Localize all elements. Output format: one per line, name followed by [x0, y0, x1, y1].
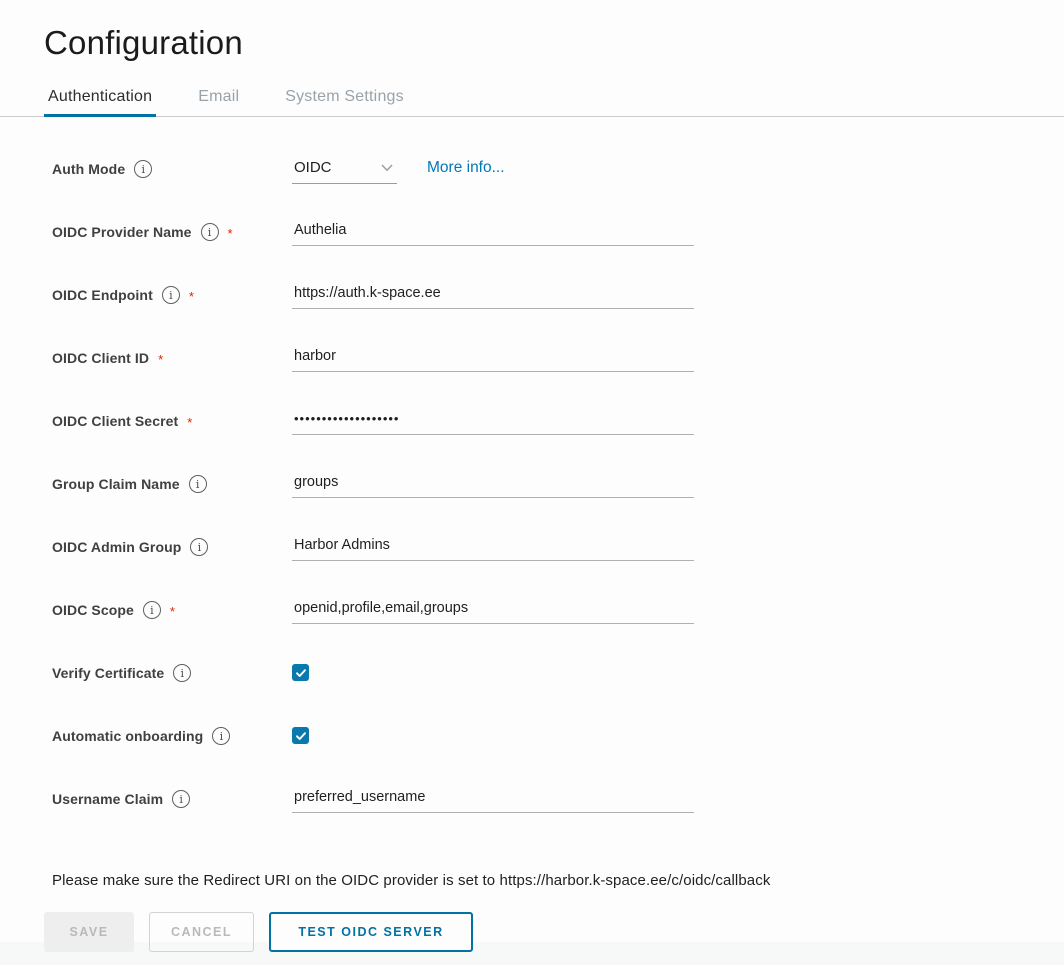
field-label: OIDC Client ID: [52, 350, 149, 366]
field-label: Username Claim: [52, 791, 163, 807]
cancel-button[interactable]: CANCEL: [149, 912, 254, 952]
oidc-admin-group-row: OIDC Admin Group i: [52, 537, 1064, 574]
auth-mode-row: Auth Mode i OIDC More info...: [52, 159, 1064, 196]
tab-system-settings[interactable]: System Settings: [281, 88, 408, 116]
field-label: Verify Certificate: [52, 665, 164, 681]
field-label: Automatic onboarding: [52, 728, 203, 744]
field-label: OIDC Admin Group: [52, 539, 181, 555]
oidc-admin-group-input[interactable]: [292, 537, 694, 561]
oidc-endpoint-row: OIDC Endpoint i *: [52, 285, 1064, 322]
field-label: OIDC Provider Name: [52, 224, 192, 240]
oidc-endpoint-input[interactable]: [292, 285, 694, 309]
field-label: OIDC Endpoint: [52, 287, 153, 303]
oidc-scope-row: OIDC Scope i *: [52, 600, 1064, 637]
required-asterisk: *: [158, 349, 163, 367]
required-asterisk: *: [170, 601, 175, 619]
info-icon[interactable]: i: [143, 601, 161, 619]
oidc-client-id-row: OIDC Client ID *: [52, 348, 1064, 385]
checkmark-icon: [295, 667, 307, 679]
required-asterisk: *: [189, 286, 194, 304]
info-icon[interactable]: i: [162, 286, 180, 304]
group-claim-name-row: Group Claim Name i: [52, 474, 1064, 511]
verify-certificate-row: Verify Certificate i: [52, 663, 1064, 700]
redirect-uri-notice: Please make sure the Redirect URI on the…: [0, 852, 1064, 889]
username-claim-input[interactable]: [292, 789, 694, 813]
auth-mode-selected-value: OIDC: [294, 159, 332, 176]
chevron-down-icon: [381, 164, 393, 172]
oidc-provider-name-row: OIDC Provider Name i *: [52, 222, 1064, 259]
info-icon[interactable]: i: [190, 538, 208, 556]
field-label: Auth Mode: [52, 161, 125, 177]
test-oidc-server-button[interactable]: TEST OIDC SERVER: [269, 912, 473, 952]
field-label: OIDC Client Secret: [52, 413, 178, 429]
field-label: Group Claim Name: [52, 476, 180, 492]
automatic-onboarding-row: Automatic onboarding i: [52, 726, 1064, 763]
info-icon[interactable]: i: [172, 790, 190, 808]
info-icon[interactable]: i: [201, 223, 219, 241]
save-button[interactable]: SAVE: [44, 912, 134, 952]
verify-certificate-checkbox[interactable]: [292, 664, 309, 681]
oidc-client-secret-input[interactable]: [292, 411, 694, 435]
username-claim-row: Username Claim i: [52, 789, 1064, 826]
auth-config-form: Auth Mode i OIDC More info... OIDC Provi…: [0, 117, 1064, 826]
automatic-onboarding-checkbox[interactable]: [292, 727, 309, 744]
required-asterisk: *: [228, 223, 233, 241]
oidc-provider-name-input[interactable]: [292, 222, 694, 246]
page-header: Configuration: [0, 0, 1064, 62]
tab-authentication[interactable]: Authentication: [44, 88, 156, 116]
info-icon[interactable]: i: [134, 160, 152, 178]
tab-bar: Authentication Email System Settings: [0, 88, 1064, 117]
required-asterisk: *: [187, 412, 192, 430]
info-icon[interactable]: i: [189, 475, 207, 493]
configuration-page: Configuration Authentication Email Syste…: [0, 0, 1064, 942]
oidc-scope-input[interactable]: [292, 600, 694, 624]
auth-mode-select[interactable]: OIDC: [292, 159, 397, 184]
page-title: Configuration: [44, 24, 1064, 62]
info-icon[interactable]: i: [173, 664, 191, 682]
group-claim-name-input[interactable]: [292, 474, 694, 498]
tab-email[interactable]: Email: [194, 88, 243, 116]
field-label: OIDC Scope: [52, 602, 134, 618]
oidc-client-id-input[interactable]: [292, 348, 694, 372]
checkmark-icon: [295, 730, 307, 742]
oidc-client-secret-row: OIDC Client Secret *: [52, 411, 1064, 448]
info-icon[interactable]: i: [212, 727, 230, 745]
more-info-link[interactable]: More info...: [427, 159, 505, 177]
button-bar: SAVE CANCEL TEST OIDC SERVER: [0, 889, 1064, 952]
